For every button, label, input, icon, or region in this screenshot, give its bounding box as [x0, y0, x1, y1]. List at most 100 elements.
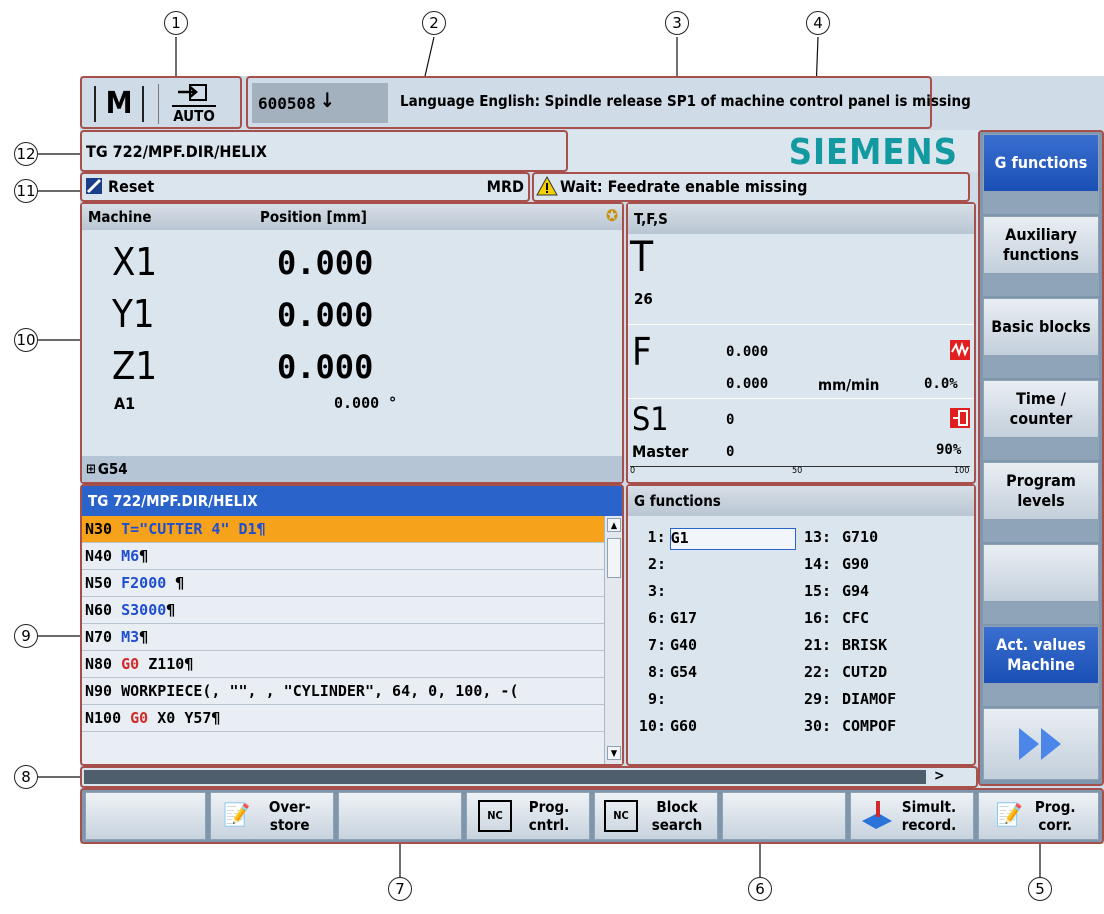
softkey-gap — [983, 356, 1099, 378]
hsoftkey-6[interactable] — [722, 792, 846, 840]
feed-value-2: 0.000 — [726, 376, 769, 392]
alarm-number-cell[interactable]: 600508 ↓ — [252, 83, 388, 123]
softkey-act-values-machine[interactable]: Act. values Machine — [983, 626, 1099, 684]
channel-status: Reset — [108, 177, 155, 196]
feed-unit: mm/min — [818, 376, 880, 394]
callout-1: 1 — [164, 11, 188, 35]
softkey-next[interactable] — [983, 708, 1099, 780]
spindle-label: S1 — [632, 400, 669, 438]
gfunctions-left-column: 1: G1 2: 3: 6: G17 7: G40 8: G54 9: 10: G60 — [636, 528, 796, 744]
program-window: TG 722/MPF.DIR/HELIX N30 T="CUTTER 4" D1… — [80, 484, 624, 766]
callout-9: 9 — [14, 624, 38, 648]
callout-10: 10 — [14, 328, 38, 352]
scale-tick-50: 50 — [792, 466, 803, 476]
machine-area-icon[interactable]: M — [94, 86, 144, 122]
position-window: Machine Position [mm] ✪ X1 0.000 Y1 0.00… — [80, 202, 624, 484]
block-text: WORKPIECE(, "", , "CYLINDER", 64, 0, 100… — [121, 682, 519, 700]
program-line[interactable]: N90 WORKPIECE(, "", , "CYLINDER", 64, 0,… — [82, 678, 604, 705]
softkey-gap — [983, 192, 1099, 214]
block-search-label: Block search — [651, 798, 703, 834]
hsoftkey-simult-record[interactable]: Simult. record. — [850, 792, 974, 840]
program-line[interactable]: N60 S3000 ¶ — [82, 597, 604, 624]
dialog-more-indicator[interactable]: > — [934, 768, 945, 784]
gfunction-row: 30: COMPOF — [804, 717, 897, 735]
feed-override: 0.0% — [924, 376, 958, 392]
gfunction-selected[interactable]: G1 — [669, 528, 796, 550]
softkey-empty[interactable] — [983, 544, 1099, 602]
program-line[interactable]: N50 F2000 ¶ — [82, 570, 604, 597]
program-scrollbar[interactable]: ▲ ▼ — [604, 516, 622, 764]
channel-status-box: Reset MRD — [80, 172, 530, 202]
hsoftkey-overstore[interactable]: 📝 Over- store — [210, 792, 334, 840]
softkey-gap — [983, 684, 1099, 706]
block-keyword: S3000 — [121, 601, 167, 619]
gfunction-row: 8: G54 — [647, 663, 698, 681]
program-line[interactable]: N80 G0 Z110¶ — [82, 651, 604, 678]
active-frame: G54 — [97, 460, 128, 478]
aux-axis-value: 0.000 ° — [334, 394, 398, 412]
axis-value: 0.000 — [277, 348, 374, 386]
program-title: TG 722/MPF.DIR/HELIX — [82, 486, 622, 516]
block-number: N90 — [85, 682, 113, 700]
callout-6: 6 — [748, 877, 772, 901]
block-keyword: F2000 — [121, 574, 167, 592]
callout-5: 5 — [1028, 877, 1052, 901]
block-number: N40 — [85, 547, 113, 565]
softkey-gap — [983, 274, 1099, 296]
settings-icon[interactable]: ✪ — [606, 206, 618, 225]
softkey-program-levels[interactable]: Program levels — [983, 462, 1099, 520]
gfunctions-window: G functions 1: G1 2: 3: 6: G17 7: G40 8: G54… — [626, 484, 976, 766]
gfunction-row: 7: G40 — [647, 636, 698, 654]
gfunction-row: 6: G17 — [647, 609, 698, 627]
overstore-icon: 📝 — [223, 803, 251, 828]
block-number: N100 — [85, 709, 122, 727]
hsoftkey-1[interactable] — [85, 792, 206, 840]
col-position: Position [mm] — [260, 208, 367, 226]
program-line[interactable]: N100 G0 X0 Y57¶ — [82, 705, 604, 732]
hsoftkey-prog-cntrl[interactable]: NC Prog. cntrl. — [466, 792, 590, 840]
block-text: ¶ — [139, 628, 149, 646]
softkey-auxiliary-functions[interactable]: Auxiliary functions — [983, 216, 1099, 274]
double-chevron-right-icon — [1019, 728, 1061, 760]
scroll-down-icon[interactable]: ▼ — [607, 746, 621, 760]
gfunctions-header: G functions — [628, 486, 974, 516]
siemens-logo: SIEMENS — [788, 132, 958, 173]
callout-3: 3 — [665, 11, 689, 35]
softkey-basic-blocks[interactable]: Basic blocks — [983, 298, 1099, 356]
aux-axis-name: A1 — [114, 394, 136, 413]
spindle-status-icon — [950, 408, 970, 428]
program-line[interactable]: N70 M3 ¶ — [82, 624, 604, 651]
program-line-selected[interactable]: N30 T="CUTTER 4" D1¶ — [82, 516, 604, 543]
mode-label: AUTO — [173, 107, 215, 125]
hsoftkey-block-search[interactable]: NC Block search — [594, 792, 718, 840]
block-text: X0 Y57¶ — [148, 709, 221, 727]
program-line[interactable]: N40 M6 ¶ — [82, 543, 604, 570]
horizontal-softkeys: 📝 Over- store NC Prog. cntrl. NC Block s… — [80, 788, 1104, 844]
hsoftkey-3[interactable] — [338, 792, 462, 840]
feed-value: 0.000 — [726, 344, 769, 360]
gfunction-row: 16: CFC — [804, 609, 870, 627]
gfunction-row: 1: G1 — [636, 528, 796, 555]
softkey-g-functions[interactable]: G functions — [983, 134, 1099, 192]
reset-icon — [86, 178, 102, 194]
scroll-up-icon[interactable]: ▲ — [607, 518, 621, 532]
prog-corr-label: Prog. corr. — [1034, 798, 1076, 834]
feed-status-icon — [950, 340, 970, 360]
block-keyword: M3 — [121, 628, 140, 646]
callout-12: 12 — [14, 142, 38, 166]
hsoftkey-prog-corr[interactable]: 📝 Prog. corr. — [978, 792, 1099, 840]
scroll-thumb[interactable] — [607, 538, 621, 578]
axis-value: 0.000 — [277, 244, 374, 282]
block-keyword: G0 — [130, 709, 149, 727]
block-number: N50 — [85, 574, 113, 592]
tfs-header: T,F,S — [628, 204, 974, 234]
operating-area-box: M AUTO — [80, 76, 242, 129]
tfs-window: T,F,S T 26 F 0.000 0.000 mm/min 0.0% S1 … — [626, 202, 976, 484]
softkey-time-counter[interactable]: Time / counter — [983, 380, 1099, 438]
program-lines[interactable]: N30 T="CUTTER 4" D1¶ N40 M6 ¶ N50 F2000 ¶… — [82, 516, 604, 764]
callout-11: 11 — [14, 179, 38, 203]
block-number: N70 — [85, 628, 113, 646]
frame-bar: ⊞ G54 — [82, 456, 622, 482]
arrow-down-icon: ↓ — [319, 88, 335, 112]
alarm-line-box: 600508 ↓ Language English: Spindle relea… — [246, 76, 971, 129]
